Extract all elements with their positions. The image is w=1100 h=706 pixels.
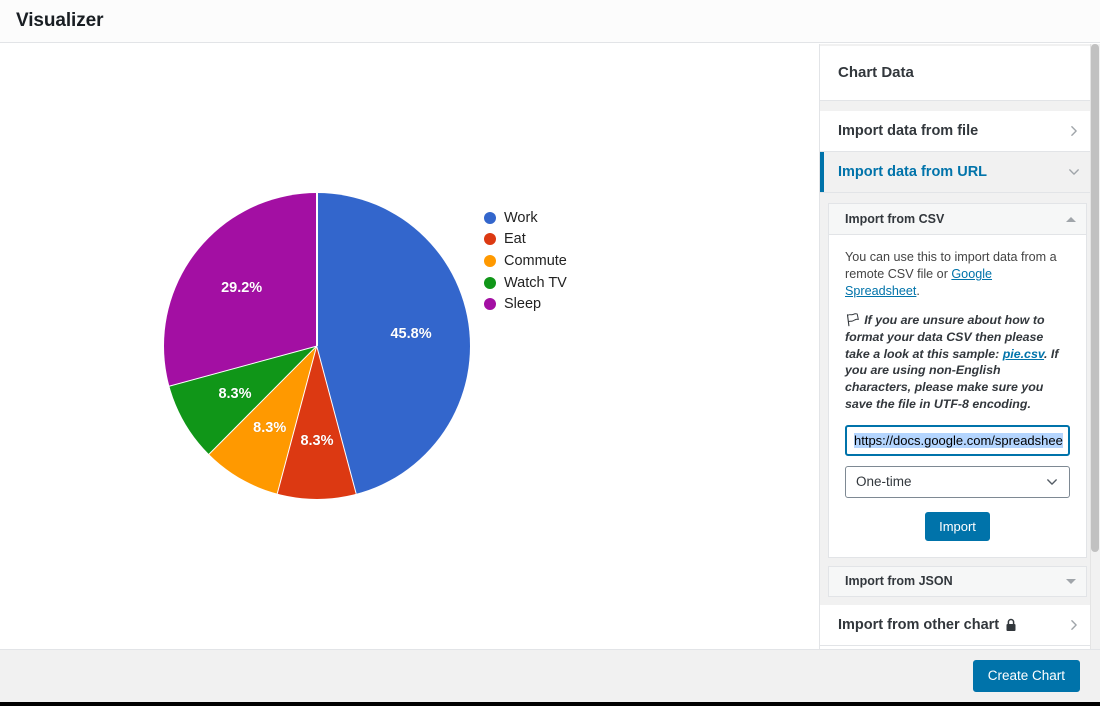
chevron-down-icon xyxy=(1045,475,1059,489)
accordion-import-data-from-file[interactable]: Import data from file xyxy=(820,111,1094,152)
legend-color-swatch-icon xyxy=(484,254,496,267)
accordion-text-import-from-other-chart: Import from other chart xyxy=(838,616,1000,633)
csv-url-input-value: https://docs.google.com/spreadshee xyxy=(854,432,1063,448)
chevron-right-icon xyxy=(1067,618,1081,632)
pie-chart: 45.8% 8.3% 8.3% 8.3% 29.2% Work Eat Commut… xyxy=(0,44,819,649)
legend-color-swatch-icon xyxy=(484,298,496,311)
pie-slice-divider xyxy=(316,193,318,346)
pie-slice-label-sleep: 29.2% xyxy=(221,280,263,297)
title-bar: Visualizer xyxy=(0,0,1100,43)
legend-item-label: Sleep xyxy=(504,296,542,313)
import-from-json-title: Import from JSON xyxy=(845,574,953,589)
legend-item[interactable]: Eat xyxy=(484,229,567,251)
triangle-up-icon xyxy=(1066,216,1076,222)
import-from-csv-header[interactable]: Import from CSV xyxy=(829,204,1086,235)
footer-bar: Create Chart xyxy=(0,649,1100,702)
chart-legend: Work Eat Commute Watch TV Sleep xyxy=(484,207,567,315)
accordion-label-import-from-other-chart: Import from other chart xyxy=(838,617,1067,633)
import-from-csv-panel: Import from CSV You can use this to impo… xyxy=(828,203,1087,558)
import-schedule-select[interactable]: One-time xyxy=(845,465,1070,498)
sidebar-scroll-content: Chart Data Import data from file Import … xyxy=(820,44,1094,649)
pie-slice-label-work: 45.8% xyxy=(390,325,432,342)
legend-item-label: Watch TV xyxy=(504,274,567,291)
pie-slice-label-commute: 8.3% xyxy=(253,420,287,437)
legend-item[interactable]: Watch TV xyxy=(484,272,567,294)
chart-data-sidebar: Chart Data Import data from file Import … xyxy=(819,44,1094,649)
sidebar-header-label: Chart Data xyxy=(838,64,914,81)
legend-color-swatch-icon xyxy=(484,233,496,246)
window-bottom-edge xyxy=(0,702,1100,706)
pie-slice-label-watch-tv: 8.3% xyxy=(218,385,252,402)
legend-item-label: Commute xyxy=(504,252,567,269)
triangle-down-icon xyxy=(1066,578,1076,584)
csv-intro-text: You can use this to import data from a r… xyxy=(845,249,1070,300)
pie-csv-sample-link[interactable]: pie.csv xyxy=(1003,347,1044,361)
legend-item-label: Eat xyxy=(504,231,526,248)
legend-item[interactable]: Commute xyxy=(484,250,567,272)
csv-intro-after: . xyxy=(916,284,920,298)
import-button-row: Import xyxy=(845,511,1070,541)
accordion-import-data-from-url[interactable]: Import data from URL xyxy=(820,152,1094,193)
sidebar-header: Chart Data xyxy=(820,46,1094,101)
import-schedule-select-box[interactable]: One-time xyxy=(845,465,1070,498)
import-schedule-value: One-time xyxy=(856,474,912,490)
sidebar-scrollbar-thumb[interactable] xyxy=(1091,44,1099,552)
import-button[interactable]: Import xyxy=(925,511,990,541)
import-from-csv-title: Import from CSV xyxy=(845,212,945,226)
create-chart-button[interactable]: Create Chart xyxy=(972,660,1080,692)
import-from-json-header[interactable]: Import from JSON xyxy=(828,565,1087,597)
page-title: Visualizer xyxy=(16,10,104,31)
chevron-right-icon xyxy=(1067,124,1081,138)
csv-url-input[interactable]: https://docs.google.com/spreadshee xyxy=(845,424,1070,456)
import-from-csv-body: You can use this to import data from a r… xyxy=(829,235,1086,557)
flag-icon: 🏳 xyxy=(845,313,861,327)
sidebar-divider-gap xyxy=(820,101,1094,111)
legend-color-swatch-icon xyxy=(484,276,496,289)
legend-item[interactable]: Sleep xyxy=(484,293,567,315)
pie-slice-label-eat: 8.3% xyxy=(300,432,334,449)
pie-chart-graphic: 45.8% 8.3% 8.3% 8.3% 29.2% xyxy=(164,193,470,499)
legend-color-swatch-icon xyxy=(484,211,496,224)
lock-icon xyxy=(1005,618,1017,632)
chart-preview-pane: 45.8% 8.3% 8.3% 8.3% 29.2% Work Eat Commut… xyxy=(0,44,819,649)
chevron-down-icon xyxy=(1067,165,1081,179)
accordion-label-import-data-from-file: Import data from file xyxy=(838,123,979,139)
accordion-import-from-other-chart[interactable]: Import from other chart xyxy=(820,604,1094,646)
visualizer-app: Visualizer 45.8% 8.3% 8.3% 8.3% 29.2% Wo… xyxy=(0,0,1100,706)
csv-format-note: 🏳 If you are unsure about how to format … xyxy=(845,312,1070,413)
legend-item-label: Work xyxy=(504,209,538,226)
legend-item[interactable]: Work xyxy=(484,207,567,229)
accordion-label-import-data-from-url: Import data from URL xyxy=(838,164,988,180)
